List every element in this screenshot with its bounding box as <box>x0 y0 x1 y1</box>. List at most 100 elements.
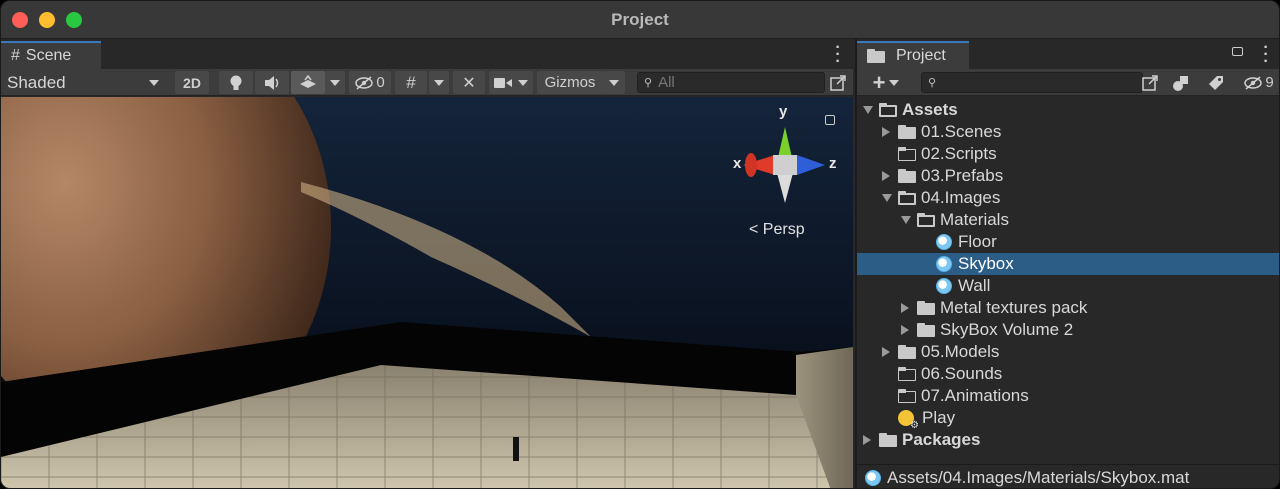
scene-search-expand-button[interactable] <box>827 71 849 94</box>
tree-row[interactable]: 06.Sounds <box>857 363 1279 385</box>
search-icon: ⚲ <box>928 77 937 89</box>
tree-row[interactable]: Materials <box>857 209 1279 231</box>
tree-row[interactable]: 05.Models <box>857 341 1279 363</box>
expand-down-icon[interactable] <box>901 216 911 224</box>
folder-icon <box>917 323 935 337</box>
material-icon <box>936 234 952 250</box>
scene-search-input[interactable] <box>658 74 809 91</box>
project-search-expand-button[interactable] <box>1139 71 1161 94</box>
project-tabstrip: Project · · · <box>857 39 1279 70</box>
tree-row[interactable]: SkyBox Volume 2 <box>857 319 1279 341</box>
project-search-input[interactable] <box>942 74 1133 91</box>
axis-z-label: z <box>829 155 837 172</box>
folder-empty-icon <box>898 147 916 161</box>
effects-toggle-button[interactable] <box>291 71 325 94</box>
tree-row-label: 02.Scripts <box>921 144 997 163</box>
scene-visibility-button[interactable]: 0 <box>349 71 391 94</box>
scene-tabstrip: # Scene · · · <box>1 39 853 70</box>
scene-search-box[interactable]: ⚲ <box>637 72 825 93</box>
tree-row-label: Floor <box>958 232 997 251</box>
create-asset-button[interactable]: + <box>861 69 911 95</box>
plus-icon: + <box>872 69 886 95</box>
tools-button[interactable]: ✕ <box>453 71 485 94</box>
tree-row-label: Skybox <box>958 254 1014 273</box>
speaker-icon <box>265 75 279 90</box>
expand-right-icon[interactable] <box>901 303 909 313</box>
tree-row[interactable]: 07.Animations <box>857 385 1279 407</box>
expand-right-icon[interactable] <box>863 435 871 445</box>
project-more-menu-icon[interactable]: · · · <box>1263 40 1269 70</box>
folder-empty-icon <box>898 389 916 403</box>
grid-toggle-button[interactable]: # <box>395 71 427 94</box>
camera-button[interactable] <box>489 71 533 94</box>
audio-toggle-button[interactable] <box>255 71 289 94</box>
expand-right-icon[interactable] <box>901 325 909 335</box>
expand-right-icon[interactable] <box>882 127 890 137</box>
tree-row[interactable]: 04.Images <box>857 187 1279 209</box>
expand-right-icon[interactable] <box>882 347 890 357</box>
project-panel: Project · · · + ⚲ 9 Assets 01.Scenes 02.… <box>855 39 1279 488</box>
shading-mode-label: Shaded <box>7 72 66 92</box>
eye-slash-icon <box>355 75 374 90</box>
hidden-packages-button[interactable]: 9 <box>1239 71 1279 94</box>
tree-row[interactable]: 03.Prefabs <box>857 165 1279 187</box>
scene-panel: # Scene · · · Shaded 2D 0 # ✕ Gizmos ⚲ A… <box>1 39 853 488</box>
tab-project-label: Project <box>896 47 946 64</box>
gizmos-dropdown[interactable] <box>603 71 625 94</box>
tree-row[interactable]: Skybox <box>857 253 1279 275</box>
shading-mode-dropdown[interactable]: Shaded <box>1 71 167 94</box>
external-link-icon <box>1142 74 1158 91</box>
chevron-left-icon: < <box>749 221 759 238</box>
camera-icon <box>494 77 512 88</box>
tree-row[interactable]: 01.Scenes <box>857 121 1279 143</box>
folder-icon <box>898 169 916 183</box>
title-bar: Project <box>1 1 1279 39</box>
lightbulb-icon <box>230 75 242 90</box>
tree-row[interactable]: Play <box>857 407 1279 431</box>
search-icon: ⚲ <box>644 77 653 89</box>
lock-icon[interactable] <box>1232 47 1243 56</box>
gizmos-label: Gizmos <box>544 74 596 91</box>
expand-down-icon[interactable] <box>863 106 873 114</box>
search-by-label-button[interactable] <box>1203 71 1229 94</box>
tree-row[interactable]: Wall <box>857 275 1279 297</box>
tab-project[interactable]: Project <box>857 41 969 69</box>
gizmo-lock-icon[interactable] <box>825 115 835 125</box>
unity-window: Project # Scene · · · Shaded 2D 0 # ✕ Gi… <box>0 0 1280 489</box>
tree-row[interactable]: Packages <box>857 429 1279 451</box>
projection-label: Persp <box>762 221 805 238</box>
tree-row-label: 05.Models <box>921 342 1000 361</box>
search-by-type-button[interactable] <box>1167 71 1195 94</box>
grid-dropdown[interactable] <box>429 71 449 94</box>
lighting-toggle-button[interactable] <box>219 71 253 94</box>
tab-scene[interactable]: # Scene <box>1 41 101 69</box>
tree-row-label: 04.Images <box>921 188 1001 207</box>
tree-row-label: 01.Scenes <box>921 122 1002 141</box>
tree-row[interactable]: 02.Scripts <box>857 143 1279 165</box>
external-link-icon <box>830 74 846 91</box>
tree-row[interactable]: Metal textures pack <box>857 297 1279 319</box>
tree-row-label: SkyBox Volume 2 <box>940 320 1074 339</box>
eye-slash-icon <box>1244 75 1263 90</box>
gizmos-button[interactable]: Gizmos <box>537 71 603 94</box>
folder-empty-icon <box>898 367 916 381</box>
expand-down-icon[interactable] <box>882 194 892 202</box>
folder-open-icon <box>917 213 935 227</box>
folder-open-icon <box>879 103 897 117</box>
project-toolbar: + ⚲ 9 <box>857 69 1279 96</box>
chevron-down-icon <box>149 80 159 86</box>
toggle-2d-button[interactable]: 2D <box>175 71 209 94</box>
tree-row[interactable]: Floor <box>857 231 1279 253</box>
effects-dropdown[interactable] <box>325 71 345 94</box>
tree-row[interactable]: Assets <box>857 99 1279 121</box>
projection-toggle[interactable]: < Persp <box>749 221 805 239</box>
tag-icon <box>1209 75 1223 90</box>
toggle-2d-label: 2D <box>183 74 201 91</box>
scene-more-menu-icon[interactable]: · · · <box>835 40 841 70</box>
expand-right-icon[interactable] <box>882 171 890 181</box>
hidden-packages-count: 9 <box>1265 74 1274 91</box>
tree-row-label: 07.Animations <box>921 386 1029 405</box>
project-search-box[interactable]: ⚲ <box>921 72 1143 93</box>
scene-viewport[interactable]: y x z < Persp <box>1 97 853 488</box>
material-icon <box>936 278 952 294</box>
